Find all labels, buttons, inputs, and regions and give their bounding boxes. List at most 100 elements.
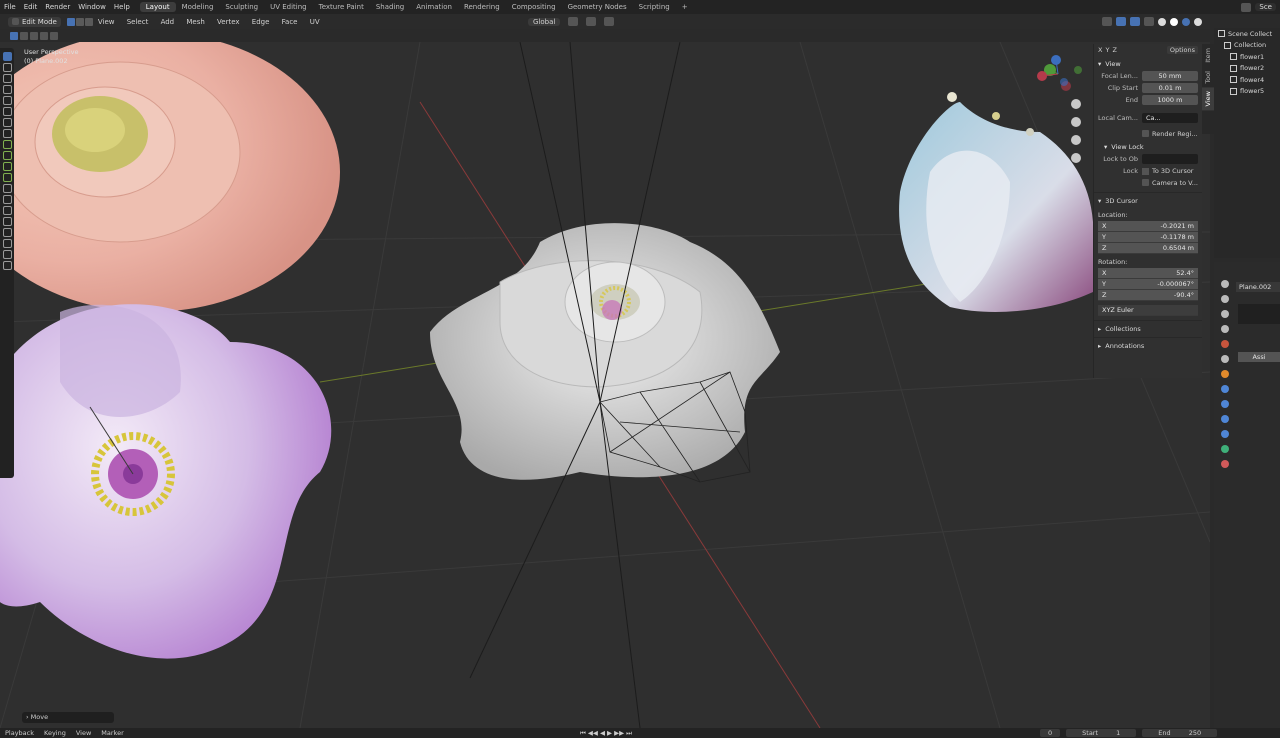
select-subtract-icon[interactable] <box>30 31 38 40</box>
current-frame-field[interactable]: 0 <box>1040 729 1061 737</box>
outliner-row-flower5[interactable]: flower5 <box>1214 86 1280 98</box>
tab-sculpting[interactable]: Sculpting <box>219 2 264 12</box>
menu-marker[interactable]: Marker <box>96 729 128 737</box>
tab-rendering[interactable]: Rendering <box>458 2 506 12</box>
poly-build-tool-icon[interactable] <box>2 195 12 204</box>
constraints-properties-icon[interactable] <box>1221 430 1229 438</box>
rotate-tool-icon[interactable] <box>2 85 12 94</box>
camera-to-view-box[interactable] <box>1142 179 1149 186</box>
edge-select-icon[interactable] <box>75 17 84 26</box>
inset-tool-icon[interactable] <box>2 151 12 160</box>
menu-vertex[interactable]: Vertex <box>212 18 245 26</box>
view-lock-header[interactable]: ▾ View Lock <box>1094 139 1202 153</box>
render-properties-icon[interactable] <box>1221 295 1229 303</box>
tab-tool[interactable]: Tool <box>1202 67 1214 88</box>
tab-uv-editing[interactable]: UV Editing <box>264 2 313 12</box>
cursor-tool-icon[interactable] <box>2 63 12 72</box>
cursor-rotation-y[interactable]: Y -0.000067° <box>1098 279 1198 290</box>
rotation-mode-dropdown[interactable]: XYZ Euler <box>1098 305 1198 316</box>
data-properties-icon[interactable] <box>1221 445 1229 453</box>
menu-select[interactable]: Select <box>122 18 154 26</box>
tab-scripting[interactable]: Scripting <box>633 2 676 12</box>
tulip-flower-mesh[interactable] <box>899 92 1093 312</box>
spin-tool-icon[interactable] <box>2 206 12 215</box>
cursor-rotation-x[interactable]: X 52.4° <box>1098 268 1198 279</box>
tab-geometry-nodes[interactable]: Geometry Nodes <box>562 2 633 12</box>
cursor-location-x[interactable]: X -0.2021 m <box>1098 221 1198 232</box>
pivot-icon[interactable] <box>568 17 579 26</box>
3d-viewport[interactable]: User Perspective (0) Plane.002 <box>0 42 1210 728</box>
render-region-checkbox[interactable]: Render Regi... <box>1094 128 1202 139</box>
cursor-location-z[interactable]: Z 0.6504 m <box>1098 243 1198 254</box>
focal-length-field[interactable]: 50 mm <box>1142 71 1198 81</box>
material-slot-list[interactable] <box>1238 304 1280 324</box>
menu-face[interactable]: Face <box>277 18 303 26</box>
options-dropdown[interactable]: Options <box>1166 46 1198 54</box>
outliner-row-flower4[interactable]: flower4 <box>1214 74 1280 86</box>
menu-help[interactable]: Help <box>110 3 134 11</box>
local-camera-field[interactable]: Ca... <box>1142 113 1198 123</box>
physics-properties-icon[interactable] <box>1221 415 1229 423</box>
mode-dropdown[interactable]: Edit Mode <box>8 16 61 27</box>
object-properties-icon[interactable] <box>1221 370 1229 378</box>
snap-icon[interactable] <box>586 17 597 26</box>
particles-properties-icon[interactable] <box>1221 400 1229 408</box>
clip-end-field[interactable]: 1000 m <box>1142 95 1198 105</box>
outliner-row-flower2[interactable]: flower2 <box>1214 63 1280 75</box>
solid-shading-icon[interactable] <box>1170 17 1178 26</box>
measure-tool-icon[interactable] <box>2 129 12 138</box>
viewport-canvas[interactable] <box>0 42 1210 728</box>
menu-edge[interactable]: Edge <box>247 18 275 26</box>
material-properties-icon[interactable] <box>1221 460 1229 468</box>
camera-to-view-checkbox[interactable]: Camera to V... <box>1094 177 1202 188</box>
playback-controls[interactable]: ⏮ ◀◀ ◀ ▶ ▶▶ ⏭ <box>575 729 637 738</box>
transform-tool-icon[interactable] <box>2 107 12 116</box>
menu-add[interactable]: Add <box>156 18 180 26</box>
annotations-header[interactable]: ▸ Annotations <box>1094 337 1202 354</box>
view-layer-icon[interactable] <box>1221 325 1229 333</box>
overlay-toggle-icon[interactable] <box>1130 17 1140 26</box>
menu-uv[interactable]: UV <box>305 18 325 26</box>
outliner-row-scene-collection[interactable]: Scene Collect <box>1214 28 1280 40</box>
edge-slide-tool-icon[interactable] <box>2 228 12 237</box>
menu-mesh[interactable]: Mesh <box>181 18 209 26</box>
collections-header[interactable]: ▸ Collections <box>1094 320 1202 337</box>
menu-playback[interactable]: Playback <box>0 729 39 737</box>
menu-timeline-view[interactable]: View <box>71 729 96 737</box>
select-invert-icon[interactable] <box>40 31 48 40</box>
tab-modeling[interactable]: Modeling <box>176 2 220 12</box>
to-3d-cursor-box[interactable] <box>1142 167 1149 175</box>
knife-tool-icon[interactable] <box>2 184 12 193</box>
navigation-gizmo[interactable] <box>1037 55 1082 91</box>
pink-flower-mesh[interactable] <box>0 42 340 312</box>
axis-y-toggle[interactable]: Y <box>1105 46 1109 54</box>
rendered-shading-icon[interactable] <box>1194 17 1202 26</box>
tab-shading[interactable]: Shading <box>370 2 410 12</box>
menu-view[interactable]: View <box>93 18 120 26</box>
output-properties-icon[interactable] <box>1221 310 1229 318</box>
menu-keying[interactable]: Keying <box>39 729 71 737</box>
camera-view-icon[interactable] <box>1071 135 1081 145</box>
axis-z-toggle[interactable]: Z <box>1112 46 1116 54</box>
view-section-header[interactable]: ▾ View <box>1094 56 1202 70</box>
zoom-icon[interactable] <box>1071 99 1081 109</box>
shear-tool-icon[interactable] <box>2 250 12 259</box>
transform-orientation-dropdown[interactable]: Global <box>528 17 561 26</box>
cursor-location-y[interactable]: Y -0.1178 m <box>1098 232 1198 243</box>
tab-layout[interactable]: Layout <box>139 2 176 12</box>
3d-cursor-header[interactable]: ▾ 3D Cursor <box>1094 192 1202 209</box>
axis-x-toggle[interactable]: X <box>1098 46 1102 54</box>
scale-tool-icon[interactable] <box>2 96 12 105</box>
perspective-toggle-icon[interactable] <box>1071 153 1081 163</box>
smooth-tool-icon[interactable] <box>2 217 12 226</box>
purple-flower-mesh[interactable] <box>0 304 332 659</box>
xray-icon[interactable] <box>1144 17 1154 26</box>
tab-compositing[interactable]: Compositing <box>506 2 562 12</box>
tab-view[interactable]: View <box>1202 87 1214 111</box>
select-box-icon[interactable] <box>10 31 18 40</box>
pan-hand-icon[interactable] <box>1071 117 1081 127</box>
last-operator-panel[interactable]: › Move <box>22 712 114 723</box>
select-extend-icon[interactable] <box>20 31 28 40</box>
assign-button[interactable]: Assi <box>1238 352 1280 362</box>
menu-file[interactable]: File <box>0 3 20 11</box>
